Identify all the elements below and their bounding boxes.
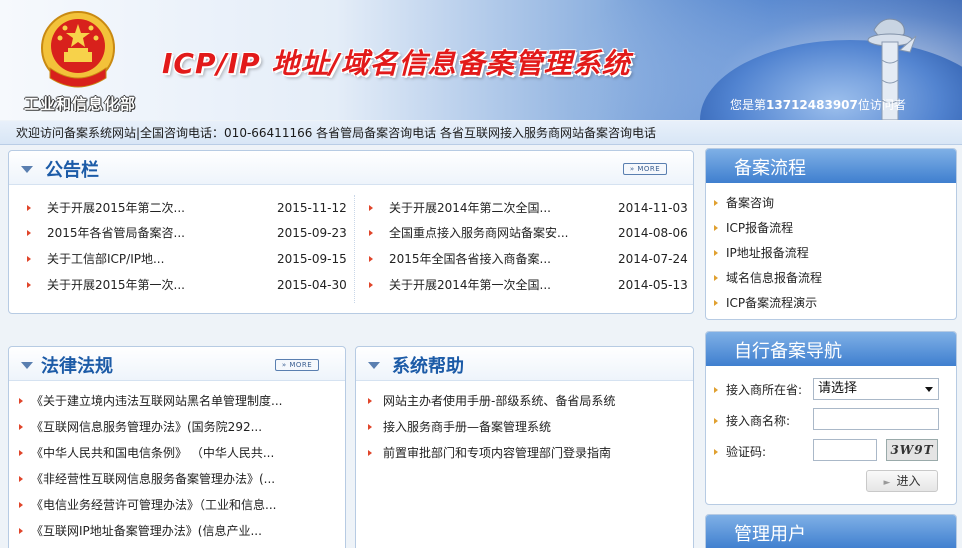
arrow-right-icon: ► (883, 478, 891, 488)
bullet-icon (368, 398, 372, 404)
triangle-down-icon (368, 362, 380, 369)
bulletin-panel: 公告栏 » MORE 关于开展2015年第二次... 2015-11-12 20… (8, 150, 694, 314)
bulletin-item[interactable]: 关于工信部ICP/IP地... 2015-09-15 (27, 251, 347, 267)
laws-header: 法律法规 » MORE (9, 347, 345, 381)
manage-users-header: 管理用户 (706, 515, 956, 548)
self-filing-title: 自行备案导航 (734, 341, 842, 362)
bullet-icon (19, 424, 23, 430)
bullet-icon (19, 450, 23, 456)
process-link-domain[interactable]: 域名信息报备流程 (714, 270, 822, 286)
captcha-image[interactable]: 3W9T (886, 439, 938, 461)
laws-more-button[interactable]: » MORE (275, 359, 319, 371)
process-link-icp[interactable]: ICP报备流程 (714, 220, 793, 236)
process-header: 备案流程 (706, 149, 956, 183)
bullet-icon (714, 275, 718, 281)
bullet-icon (369, 205, 373, 211)
ministry-name: 工业和信息化部 (24, 95, 137, 113)
bullet-icon (369, 256, 373, 262)
bullet-icon (19, 502, 23, 508)
bullet-icon (369, 230, 373, 236)
bullet-icon (714, 250, 718, 256)
bullet-icon (19, 398, 23, 404)
visitor-counter: 您是第13712483907位访问者 (730, 98, 906, 112)
captcha-label: 验证码: (714, 444, 766, 460)
bullet-icon (714, 418, 718, 424)
bulletin-title: 公告栏 (45, 160, 99, 181)
triangle-down-icon (21, 362, 33, 369)
bulletin-more-button[interactable]: » MORE (623, 163, 667, 175)
help-panel: 系统帮助 网站主办者使用手册-部级系统、备省局系统 接入服务商手册—备案管理系统… (355, 346, 694, 548)
national-emblem-icon (41, 11, 115, 88)
system-title: ICP/IP 地址/域名信息备案管理系统 (162, 47, 631, 80)
bullet-icon (27, 282, 31, 288)
province-select[interactable]: 请选择 (813, 378, 939, 400)
process-link-ip[interactable]: IP地址报备流程 (714, 245, 809, 261)
bulletin-item[interactable]: 关于开展2014年第二次全国... 2014-11-03 (369, 200, 689, 216)
bullet-label-province: 接入商所在省: (714, 382, 802, 398)
isp-name-input[interactable] (813, 408, 939, 430)
bullet-icon (368, 450, 372, 456)
process-link-demo[interactable]: ICP备案流程演示 (714, 295, 817, 311)
bullet-icon (714, 449, 718, 455)
bullet-icon (27, 230, 31, 236)
captcha-input[interactable] (813, 439, 877, 461)
bulletin-item[interactable]: 关于开展2014年第一次全国... 2014-05-13 (369, 277, 689, 293)
self-filing-panel: 自行备案导航 接入商所在省: 请选择 接入商名称: 验证码: 3W9T ► 进入 (705, 331, 957, 505)
bullet-icon (27, 256, 31, 262)
bulletin-item[interactable]: 关于开展2015年第二次... 2015-11-12 (27, 200, 347, 216)
triangle-down-icon (21, 166, 33, 173)
manage-users-title: 管理用户 (734, 524, 806, 545)
help-title: 系统帮助 (392, 356, 464, 377)
laws-title: 法律法规 (41, 356, 113, 377)
welcome-notice: 欢迎访问备案系统网站|全国咨询电话：010-66411166 各省管局备案咨询电… (0, 121, 962, 145)
laws-panel: 法律法规 » MORE 《关于建立境内违法互联网站黑名单管理制度... 《互联网… (8, 346, 346, 548)
bulletin-item[interactable]: 2015年各省管局备案咨... 2015-09-23 (27, 225, 347, 241)
chevron-down-icon (925, 387, 933, 392)
bullet-icon (714, 200, 718, 206)
enter-button[interactable]: ► 进入 (866, 470, 938, 492)
process-link-consult[interactable]: 备案咨询 (714, 195, 774, 211)
self-filing-header: 自行备案导航 (706, 332, 956, 366)
help-header: 系统帮助 (356, 347, 693, 381)
bulletin-item[interactable]: 2015年全国各省接入商备案... 2014-07-24 (369, 251, 689, 267)
bullet-icon (714, 225, 718, 231)
process-panel: 备案流程 备案咨询 ICP报备流程 IP地址报备流程 域名信息报备流程 ICP备… (705, 148, 957, 320)
bullet-icon (714, 387, 718, 393)
process-title: 备案流程 (734, 158, 806, 179)
site-header: 工业和信息化部 ICP/IP 地址/域名信息备案管理系统 您是第13712483… (0, 0, 962, 120)
isp-name-label: 接入商名称: (714, 413, 790, 429)
bulletin-item[interactable]: 关于开展2015年第一次... 2015-04-30 (27, 277, 347, 293)
bullet-icon (19, 476, 23, 482)
manage-users-panel: 管理用户 (705, 514, 957, 548)
column-divider (354, 195, 355, 303)
bulletin-item[interactable]: 全国重点接入服务商网站备案安... 2014-08-06 (369, 225, 689, 241)
bullet-icon (368, 424, 372, 430)
bullet-icon (714, 300, 718, 306)
bullet-icon (19, 528, 23, 534)
bullet-icon (27, 205, 31, 211)
bullet-icon (369, 282, 373, 288)
bulletin-header: 公告栏 » MORE (9, 151, 693, 185)
